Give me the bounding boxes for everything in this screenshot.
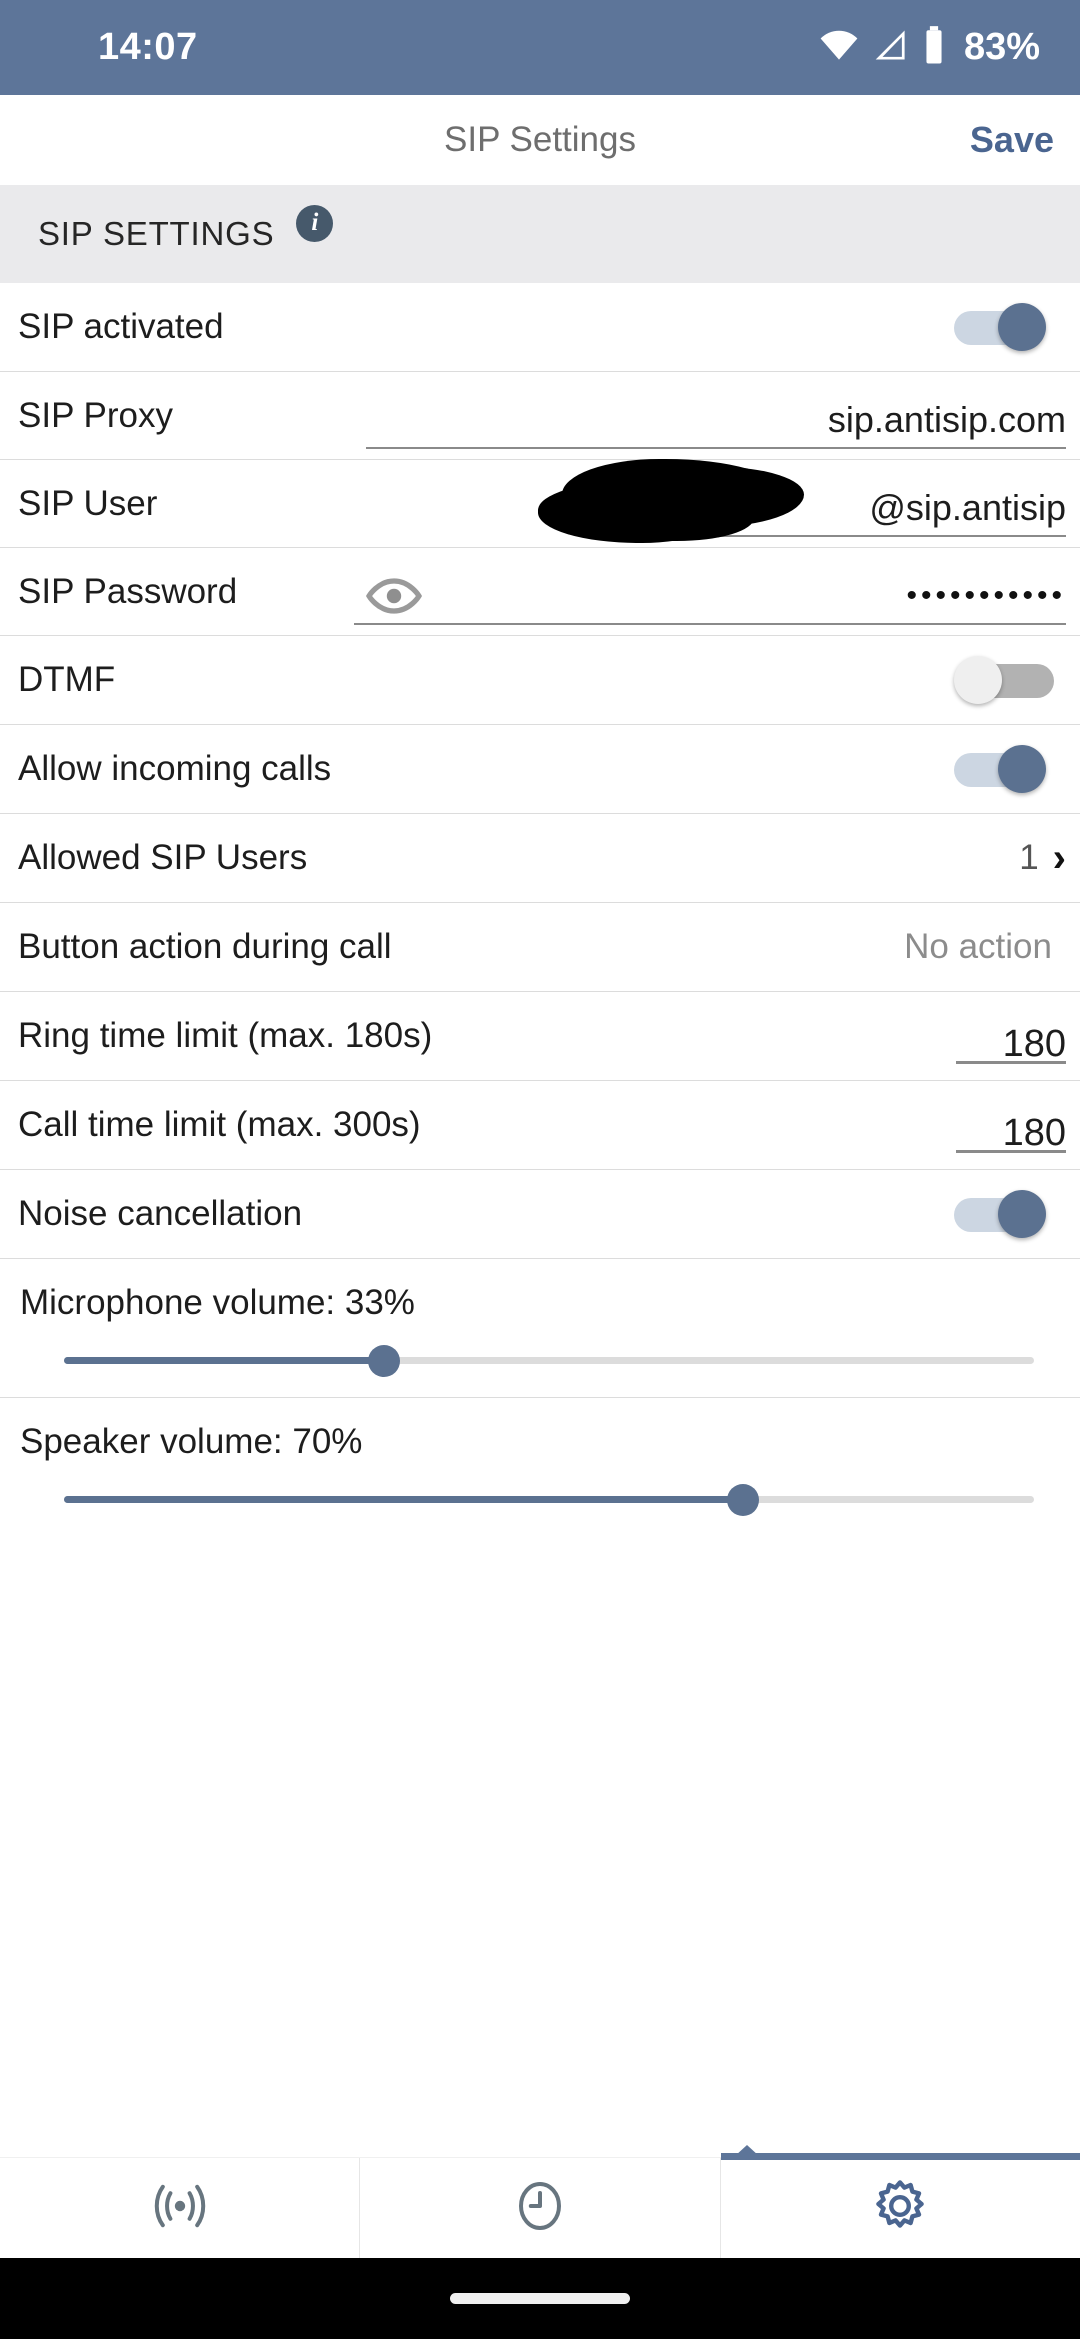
- field-underline: [354, 622, 1066, 625]
- row-control-sip-password: •••••••••••: [354, 559, 1066, 625]
- toggle-allow-incoming-calls[interactable]: [954, 745, 1054, 793]
- nav-tab-history[interactable]: [360, 2158, 721, 2258]
- sip-user-value: @sip.antisip: [869, 486, 1066, 528]
- android-navigation-bar: [0, 2258, 1080, 2339]
- nav-tab-settings[interactable]: [720, 2145, 1080, 2258]
- row-label-sip-user: SIP User: [18, 483, 158, 523]
- status-bar-indicators: 83%: [818, 26, 1040, 69]
- sip-password-field[interactable]: •••••••••••: [354, 559, 1066, 625]
- row-control-ring-time-limit: 180: [936, 1006, 1066, 1066]
- ring-time-limit-value: 180: [1002, 1023, 1066, 1065]
- row-label-noise-cancellation: Noise cancellation: [18, 1194, 303, 1233]
- field-underline: [366, 446, 1066, 449]
- status-bar-clock: 14:07: [98, 26, 198, 68]
- broadcast-signal-icon: [148, 2174, 212, 2243]
- call-time-limit-value: 180: [1002, 1112, 1066, 1154]
- row-label-allowed-sip-users: Allowed SIP Users: [18, 838, 308, 877]
- row-label-sip-proxy: SIP Proxy: [18, 395, 173, 435]
- app-title-bar: SIP Settings Save: [0, 95, 1080, 185]
- allowed-sip-users-count: 1: [1019, 838, 1039, 877]
- field-underline: [956, 1150, 1066, 1153]
- bottom-navigation-bar: [0, 2145, 1080, 2258]
- eye-icon[interactable]: [365, 577, 423, 625]
- row-sip-user[interactable]: SIP User @sip.antisip: [0, 458, 1080, 548]
- row-control-sip-proxy: sip.antisip.com: [366, 383, 1066, 449]
- field-underline: [956, 1061, 1066, 1064]
- row-label-call-time-limit: Call time limit (max. 300s): [18, 1105, 421, 1144]
- call-time-limit-field[interactable]: 180: [936, 1095, 1066, 1155]
- row-control-dtmf: [954, 656, 1066, 704]
- chevron-right-icon[interactable]: ›: [1053, 836, 1066, 881]
- row-label-ring-time-limit: Ring time limit (max. 180s): [18, 1016, 433, 1055]
- sip-proxy-field[interactable]: sip.antisip.com: [366, 383, 1066, 449]
- row-label-allow-incoming-calls: Allow incoming calls: [18, 749, 332, 788]
- toggle-thumb: [998, 1190, 1046, 1238]
- row-call-time-limit[interactable]: Call time limit (max. 300s) 180: [0, 1081, 1080, 1170]
- row-control-sip-user: @sip.antisip: [366, 458, 1066, 543]
- cellular-signal-icon: [872, 28, 910, 67]
- redaction-mark: [594, 492, 754, 541]
- sip-proxy-value: sip.antisip.com: [827, 398, 1066, 440]
- row-label-speaker-volume: Speaker volume: 70%: [20, 1422, 363, 1461]
- row-label-dtmf: DTMF: [18, 660, 116, 699]
- row-control-call-time-limit: 180: [936, 1095, 1066, 1155]
- row-speaker-volume[interactable]: Speaker volume: 70%: [0, 1398, 1080, 1536]
- sip-user-field[interactable]: @sip.antisip: [366, 458, 1066, 543]
- row-allowed-sip-users[interactable]: Allowed SIP Users 1 ›: [0, 814, 1080, 903]
- row-control-noise-cancellation: [954, 1190, 1066, 1238]
- clock-icon: [508, 2174, 572, 2243]
- toggle-noise-cancellation[interactable]: [954, 1190, 1054, 1238]
- row-microphone-volume[interactable]: Microphone volume: 33%: [0, 1259, 1080, 1398]
- battery-icon: [922, 26, 946, 69]
- row-sip-activated[interactable]: SIP activated: [0, 283, 1080, 372]
- toggle-dtmf[interactable]: [954, 656, 1054, 704]
- slider-thumb[interactable]: [368, 1345, 401, 1377]
- save-button[interactable]: Save: [970, 119, 1054, 161]
- button-action-value: No action: [904, 927, 1052, 966]
- row-button-action-during-call[interactable]: Button action during call No action: [0, 903, 1080, 992]
- toggle-thumb: [954, 656, 1002, 704]
- sip-password-value: •••••••••••: [906, 578, 1066, 612]
- info-icon[interactable]: i: [296, 204, 334, 242]
- row-ring-time-limit[interactable]: Ring time limit (max. 180s) 180: [0, 992, 1080, 1081]
- row-noise-cancellation[interactable]: Noise cancellation: [0, 1170, 1080, 1259]
- toggle-sip-activated[interactable]: [954, 303, 1054, 351]
- nav-tab-broadcast[interactable]: [0, 2158, 361, 2258]
- gear-icon: [868, 2174, 932, 2243]
- row-allow-incoming-calls[interactable]: Allow incoming calls: [0, 725, 1080, 814]
- toggle-thumb: [998, 745, 1046, 793]
- section-header-label: SIP SETTINGS: [38, 215, 275, 252]
- slider-fill: [64, 1496, 743, 1503]
- ring-time-limit-field[interactable]: 180: [936, 1006, 1066, 1066]
- row-dtmf[interactable]: DTMF: [0, 636, 1080, 725]
- home-gesture-pill[interactable]: [450, 2293, 630, 2304]
- page-title: SIP Settings: [444, 120, 636, 159]
- slider-fill: [64, 1357, 385, 1364]
- microphone-volume-slider[interactable]: [64, 1323, 1034, 1397]
- speaker-volume-slider[interactable]: [64, 1462, 1034, 1536]
- section-header-sip-settings: SIP SETTINGS i: [0, 185, 1080, 283]
- row-control-sip-activated: [954, 303, 1066, 351]
- row-control-allowed-sip-users: 1 ›: [1019, 836, 1066, 881]
- row-label-sip-password: SIP Password: [18, 571, 238, 611]
- status-bar: 14:07 83%: [0, 0, 1080, 95]
- row-sip-password[interactable]: SIP Password •••••••••••: [0, 548, 1080, 636]
- row-label-microphone-volume: Microphone volume: 33%: [20, 1283, 415, 1322]
- row-control-button-action-during-call: No action: [904, 927, 1066, 967]
- battery-percentage: 83%: [963, 26, 1040, 68]
- row-sip-proxy[interactable]: SIP Proxy sip.antisip.com: [0, 372, 1080, 460]
- row-label-button-action-during-call: Button action during call: [18, 927, 392, 966]
- wifi-icon: [818, 28, 860, 67]
- row-label-sip-activated: SIP activated: [18, 307, 224, 346]
- toggle-thumb: [998, 303, 1046, 351]
- row-control-allow-incoming-calls: [954, 745, 1066, 793]
- slider-thumb[interactable]: [727, 1484, 759, 1516]
